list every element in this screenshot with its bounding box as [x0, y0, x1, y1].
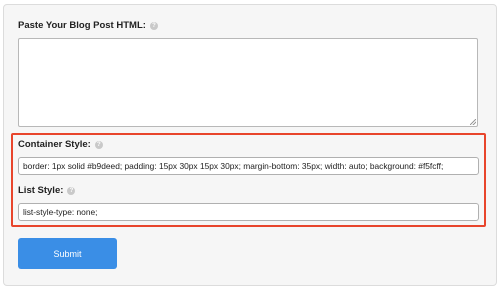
- blog-html-label: Paste Your Blog Post HTML: ?: [18, 20, 158, 31]
- list-style-value: list-style-type: none;: [23, 207, 98, 217]
- list-style-input[interactable]: list-style-type: none;: [18, 203, 479, 221]
- resize-handle[interactable]: [470, 119, 476, 125]
- list-style-label: List Style: ?: [18, 185, 76, 196]
- help-icon[interactable]: ?: [67, 186, 76, 195]
- blog-html-textarea[interactable]: [18, 38, 478, 127]
- submit-button[interactable]: Submit: [18, 238, 117, 269]
- container-style-input[interactable]: border: 1px solid #b9deed; padding: 15px…: [18, 157, 479, 175]
- help-icon[interactable]: ?: [94, 140, 103, 149]
- container-style-value: border: 1px solid #b9deed; padding: 15px…: [23, 161, 444, 171]
- help-icon[interactable]: ?: [149, 21, 158, 30]
- container-style-label: Container Style: ?: [18, 139, 103, 150]
